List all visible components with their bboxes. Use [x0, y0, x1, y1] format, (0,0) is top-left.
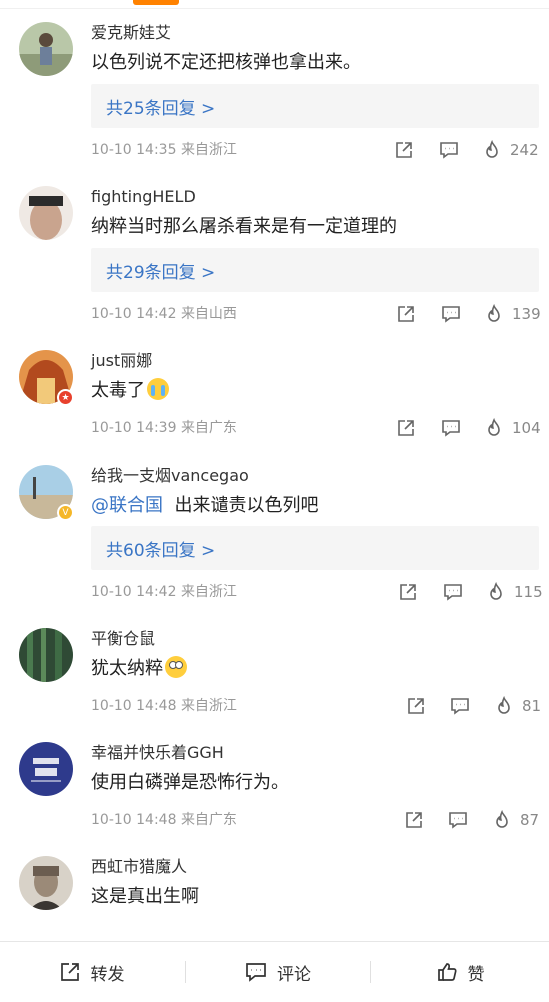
divider — [0, 8, 549, 9]
comment-icon[interactable] — [448, 810, 468, 830]
active-tab-indicator — [133, 0, 179, 5]
username[interactable]: fightingHELD — [91, 186, 196, 208]
avatar[interactable] — [19, 186, 73, 240]
share-icon[interactable] — [396, 304, 416, 324]
location: 来自浙江 — [180, 584, 237, 600]
timestamp: 10-10 14:48 — [91, 812, 177, 828]
comment-icon[interactable] — [439, 140, 459, 160]
username[interactable]: 给我一支烟vancegao — [91, 465, 249, 487]
comment-icon[interactable] — [441, 304, 461, 324]
comment-text: 太毒了 — [91, 378, 169, 404]
replies-label: 共25条回复 > — [106, 99, 216, 119]
scroll-fade — [0, 928, 549, 942]
location: 来自山西 — [180, 306, 237, 322]
like-count: 104 — [512, 419, 541, 437]
thumbs-up-icon — [437, 963, 457, 981]
eye-roll-emoji-icon — [165, 656, 187, 678]
username[interactable]: just丽娜 — [91, 350, 152, 372]
like-count: 242 — [510, 141, 539, 159]
verified-badge: V — [57, 504, 74, 521]
like-button[interactable]: 赞 — [371, 942, 549, 1002]
repost-button[interactable]: 转发 — [0, 942, 183, 1002]
timestamp: 10-10 14:35 — [91, 142, 177, 158]
share-icon[interactable] — [394, 140, 414, 160]
comment-meta: 10-10 14:35 来自浙江 — [91, 140, 237, 160]
like-count: 139 — [512, 305, 541, 323]
location: 来自浙江 — [180, 142, 237, 158]
replies-link[interactable]: 共60条回复 > — [91, 526, 539, 570]
replies-label: 共60条回复 > — [106, 541, 216, 561]
bottom-action-bar: 转发 评论 赞 — [0, 941, 549, 1002]
comment-meta: 10-10 14:48 来自广东 — [91, 810, 237, 830]
share-icon[interactable] — [406, 696, 426, 716]
avatar[interactable] — [19, 856, 73, 910]
replies-label: 共29条回复 > — [106, 263, 216, 283]
fire-like-icon[interactable] — [486, 582, 506, 602]
comment-meta: 10-10 14:42 来自山西 — [91, 304, 237, 324]
mention-link[interactable]: @联合国 — [91, 495, 163, 516]
username[interactable]: 平衡仓鼠 — [91, 628, 155, 650]
timestamp: 10-10 14:42 — [91, 306, 177, 322]
comment-button[interactable]: 评论 — [186, 942, 370, 1002]
avatar[interactable] — [19, 628, 73, 682]
username[interactable]: 爱克斯娃艾 — [91, 22, 171, 44]
crying-emoji-icon — [147, 378, 169, 400]
comment-text: 犹太纳粹 — [91, 656, 187, 682]
comment-meta: 10-10 14:48 来自浙江 — [91, 696, 237, 716]
avatar[interactable] — [19, 742, 73, 796]
timestamp: 10-10 14:48 — [91, 698, 177, 714]
timestamp: 10-10 14:42 — [91, 584, 177, 600]
comment-icon[interactable] — [450, 696, 470, 716]
location: 来自广东 — [180, 420, 237, 436]
comment-text: 以色列说不定还把核弹也拿出来。 — [91, 52, 361, 73]
fire-like-icon[interactable] — [494, 696, 514, 716]
comment-meta: 10-10 14:42 来自浙江 — [91, 582, 237, 602]
comment-text-body: 太毒了 — [91, 380, 145, 401]
like-count: 115 — [514, 583, 543, 601]
like-count: 81 — [522, 697, 542, 715]
comment-text: 这是真出生啊 — [91, 886, 199, 907]
repost-label: 转发 — [90, 964, 125, 985]
share-icon[interactable] — [398, 582, 418, 602]
share-icon[interactable] — [404, 810, 424, 830]
username[interactable]: 西虹市猎魔人 — [91, 856, 187, 878]
comment-text-body: 出来谴责以色列吧 — [174, 495, 319, 516]
location: 来自广东 — [180, 812, 237, 828]
comment-icon — [246, 963, 266, 982]
replies-link[interactable]: 共25条回复 > — [91, 84, 539, 128]
like-label: 赞 — [467, 964, 485, 985]
comment-icon[interactable] — [443, 582, 463, 602]
comment-meta: 10-10 14:39 来自广东 — [91, 418, 237, 438]
like-count: 87 — [520, 811, 540, 829]
comment-text: @联合国 出来谴责以色列吧 — [91, 493, 318, 519]
fire-like-icon[interactable] — [492, 810, 512, 830]
comment-text-body: 犹太纳粹 — [91, 658, 163, 679]
username[interactable]: 幸福并快乐着GGH — [91, 742, 224, 764]
fire-like-icon[interactable] — [484, 304, 504, 324]
comment-text: 使用白磷弹是恐怖行为。 — [91, 772, 289, 793]
fire-like-icon[interactable] — [484, 418, 504, 438]
comment-label: 评论 — [277, 964, 311, 985]
comment-icon[interactable] — [441, 418, 461, 438]
verified-badge: ★ — [57, 389, 74, 406]
repost-icon — [60, 963, 79, 981]
location: 来自浙江 — [180, 698, 237, 714]
timestamp: 10-10 14:39 — [91, 420, 177, 436]
comment-text: 纳粹当时那么屠杀看来是有一定道理的 — [91, 216, 397, 237]
fire-like-icon[interactable] — [482, 140, 502, 160]
share-icon[interactable] — [396, 418, 416, 438]
replies-link[interactable]: 共29条回复 > — [91, 248, 539, 292]
avatar[interactable] — [19, 22, 73, 76]
